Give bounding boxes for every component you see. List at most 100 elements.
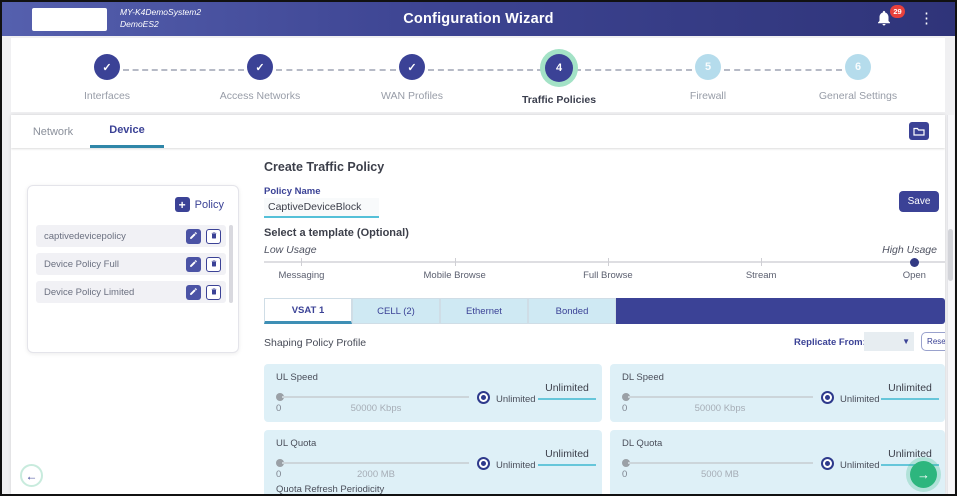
ul-speed-unlimited-radio[interactable] <box>477 391 490 404</box>
slider-tick <box>608 258 609 266</box>
ul-speed-unlimited-label: Unlimited <box>496 394 536 405</box>
wizard-stepper: ✓ Interfaces ✓ Access Networks ✓ WAN Pro… <box>11 38 945 112</box>
ul-quota-unlimited-radio[interactable] <box>477 457 490 470</box>
edit-policy-button[interactable] <box>186 229 201 244</box>
step-access-networks[interactable]: ✓ Access Networks <box>195 54 325 102</box>
template-slider-handle[interactable] <box>910 258 919 267</box>
template-option-full-browse[interactable]: Full Browse <box>583 270 633 281</box>
dl-speed-value-input[interactable] <box>881 378 939 400</box>
profile-tab-bar-filler <box>616 298 945 324</box>
dl-quota-unlimited-radio[interactable] <box>821 457 834 470</box>
kebab-menu-icon[interactable]: ⋮ <box>919 7 933 31</box>
dl-speed-unlimited-label: Unlimited <box>840 394 880 405</box>
dl-quota-min: 0 <box>622 469 627 480</box>
app-header: MY-K4DemoSystem2 DemoES2 Configuration W… <box>2 2 955 36</box>
delete-policy-button[interactable] <box>206 229 221 244</box>
main-content: Network Device + Policy captivedevicepol… <box>11 115 945 494</box>
ul-speed-title: UL Speed <box>276 372 318 383</box>
ul-quota-unlimited-label: Unlimited <box>496 460 536 471</box>
step-interfaces[interactable]: ✓ Interfaces <box>42 54 172 102</box>
dl-quota-max: 5000 MB <box>701 469 739 480</box>
stepper-connector <box>575 69 692 71</box>
ul-quota-card: UL Quota 0 2000 MB Unlimited Quota Refre… <box>264 430 602 494</box>
save-button[interactable]: Save <box>899 191 939 212</box>
folder-icon[interactable] <box>909 122 929 140</box>
edit-icon <box>189 227 198 245</box>
tab-ethernet[interactable]: Ethernet <box>440 298 528 324</box>
stepper-connector <box>428 69 543 71</box>
step-label: Interfaces <box>42 90 172 102</box>
check-icon: ✓ <box>255 61 264 74</box>
ul-speed-value-input[interactable] <box>538 378 596 400</box>
replicate-from-label: Replicate From: <box>794 337 866 348</box>
template-option-messaging[interactable]: Messaging <box>278 270 324 281</box>
template-option-stream[interactable]: Stream <box>746 270 777 281</box>
step-label: Access Networks <box>195 90 325 102</box>
edit-policy-button[interactable] <box>186 285 201 300</box>
step-traffic-policies[interactable]: 4 Traffic Policies <box>494 54 624 106</box>
dl-speed-title: DL Speed <box>622 372 664 383</box>
dl-speed-slider-track[interactable] <box>628 396 813 398</box>
tab-network[interactable]: Network <box>16 115 90 148</box>
delete-icon <box>210 283 218 301</box>
ul-quota-title: UL Quota <box>276 438 316 449</box>
step-label: Traffic Policies <box>494 94 624 106</box>
policy-name: Device Policy Full <box>44 259 186 270</box>
dl-quota-unlimited-label: Unlimited <box>840 460 880 471</box>
ul-speed-min: 0 <box>276 403 281 414</box>
next-button[interactable]: → <box>910 461 937 488</box>
step-label: WAN Profiles <box>347 90 477 102</box>
page-scrollbar[interactable] <box>947 115 954 494</box>
step-wan-profiles[interactable]: ✓ WAN Profiles <box>347 54 477 102</box>
policy-row[interactable]: Device Policy Full <box>36 253 226 275</box>
page-title: Configuration Wizard <box>2 2 955 36</box>
dl-speed-max: 50000 Kbps <box>695 403 746 414</box>
step-number-circle: 6 <box>845 54 871 80</box>
policy-list-panel: + Policy captivedevicepolicy Device Poli… <box>27 185 239 353</box>
back-button[interactable]: ← <box>20 464 43 487</box>
step-firewall[interactable]: 5 Firewall <box>643 54 773 102</box>
policy-row[interactable]: captivedevicepolicy <box>36 225 226 247</box>
slider-tick <box>301 258 302 266</box>
template-section-label: Select a template (Optional) <box>264 227 409 239</box>
template-slider[interactable]: Messaging Mobile Browse Full Browse Stre… <box>264 255 945 287</box>
policy-name: Device Policy Limited <box>44 287 186 298</box>
dl-speed-unlimited-radio[interactable] <box>821 391 834 404</box>
bell-icon <box>875 14 893 31</box>
replicate-from-dropdown[interactable]: ▼ <box>864 332 914 351</box>
notifications-button[interactable]: 29 <box>875 9 897 31</box>
ul-quota-min: 0 <box>276 469 281 480</box>
policy-list-scrollbar[interactable] <box>229 225 233 303</box>
ul-quota-max: 2000 MB <box>357 469 395 480</box>
scope-tab-bar: Network Device <box>11 115 945 148</box>
tab-cell[interactable]: CELL (2) <box>352 298 440 324</box>
step-label: Firewall <box>643 90 773 102</box>
tab-bonded[interactable]: Bonded <box>528 298 616 324</box>
ul-quota-slider-track[interactable] <box>282 462 469 464</box>
ul-quota-value-input[interactable] <box>538 444 596 466</box>
add-policy-button[interactable]: + Policy <box>175 197 224 212</box>
step-general-settings[interactable]: 6 General Settings <box>793 54 923 102</box>
page-scrollbar-thumb[interactable] <box>948 229 953 281</box>
policy-row[interactable]: Device Policy Limited <box>36 281 226 303</box>
slider-tick <box>455 258 456 266</box>
template-slider-track[interactable] <box>264 261 945 263</box>
delete-policy-button[interactable] <box>206 285 221 300</box>
delete-policy-button[interactable] <box>206 257 221 272</box>
tab-device[interactable]: Device <box>90 115 164 148</box>
policy-name-input[interactable] <box>264 198 379 218</box>
notification-badge: 29 <box>890 5 905 18</box>
edit-policy-button[interactable] <box>186 257 201 272</box>
dl-speed-card: DL Speed 0 50000 Kbps Unlimited <box>610 364 945 422</box>
policy-name: captivedevicepolicy <box>44 231 186 242</box>
ul-speed-card: UL Speed 0 50000 Kbps Unlimited <box>264 364 602 422</box>
dl-quota-slider-track[interactable] <box>628 462 813 464</box>
ul-speed-slider-track[interactable] <box>282 396 469 398</box>
dl-quota-title: DL Quota <box>622 438 662 449</box>
tab-vsat-1[interactable]: VSAT 1 <box>264 298 352 324</box>
configuration-wizard-window: MY-K4DemoSystem2 DemoES2 Configuration W… <box>0 0 957 496</box>
template-option-mobile-browse[interactable]: Mobile Browse <box>424 270 486 281</box>
step-number-circle: 4 <box>545 54 573 82</box>
template-option-open[interactable]: Open <box>903 270 926 281</box>
reset-button[interactable]: Reset <box>921 332 945 351</box>
